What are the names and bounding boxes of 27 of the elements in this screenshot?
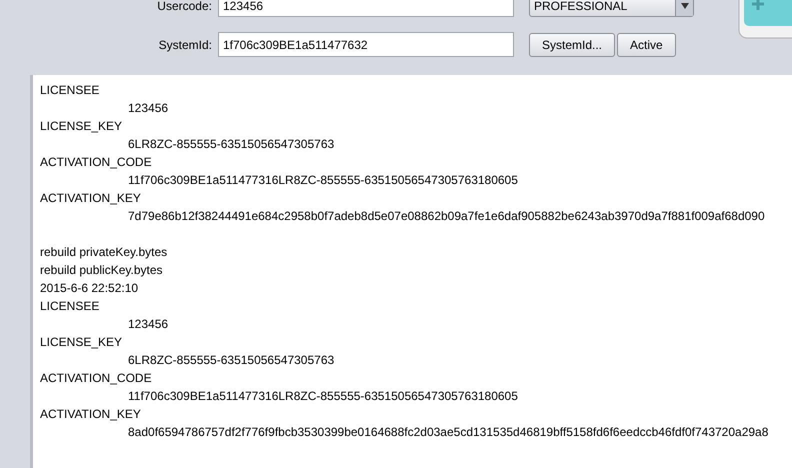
log-line: LICENSEE: [40, 82, 100, 99]
log-line: LICENSE_KEY: [40, 118, 122, 135]
log-line: ACTIVATION_KEY: [40, 406, 141, 423]
log-value: 8ad0f6594786757df2f776f9fbcb3530399be0164688fc2d03ae5cd131535d46819bff5158fd6f6eedccb46fdf0f743720a29a8: [128, 424, 768, 441]
log-line: ACTIVATION_KEY: [40, 190, 141, 207]
log-line: rebuild privateKey.bytes: [40, 244, 168, 261]
log-line: ACTIVATION_CODE: [40, 370, 152, 387]
log-value: 11f706c309BE1a511477316LR8ZC-855555-63515056547305763180605: [128, 172, 518, 189]
usercode-field[interactable]: 123456: [218, 0, 514, 17]
log-line: LICENSE_KEY: [40, 334, 122, 351]
log-value: 6LR8ZC-855555-63515056547305763: [128, 136, 334, 153]
systemid-label: SystemId:: [158, 36, 213, 54]
log-line: LICENSEE: [40, 298, 100, 315]
log-line: 2015-6-6 22:52:10: [40, 280, 138, 297]
usercode-label: Usercode:: [156, 0, 213, 14]
action-button[interactable]: SystemId...: [529, 32, 616, 56]
action-button[interactable]: Active: [617, 32, 676, 56]
log-value: 6LR8ZC-855555-63515056547305763: [128, 352, 334, 369]
systemid-field[interactable]: 1f706c309BE1a511477632: [218, 32, 514, 57]
log-line: ACTIVATION_CODE: [40, 154, 152, 171]
log-value: 123456: [128, 100, 168, 117]
log-line: rebuild publicKey.bytes: [40, 262, 163, 279]
log-value: 11f706c309BE1a511477316LR8ZC-855555-63515056547305763180605: [128, 388, 518, 405]
edition-dropdown[interactable]: PROFESSIONAL: [529, 0, 694, 17]
log-value: 7d79e86b12f38244491e684c2958b0f7adeb8d5e07e08862b09a7fe1e6daf905882be6243ab3970d9a7f881f009af68d090: [128, 208, 765, 225]
log-value: 123456: [128, 316, 168, 333]
tile-icon[interactable]: [738, 0, 792, 40]
